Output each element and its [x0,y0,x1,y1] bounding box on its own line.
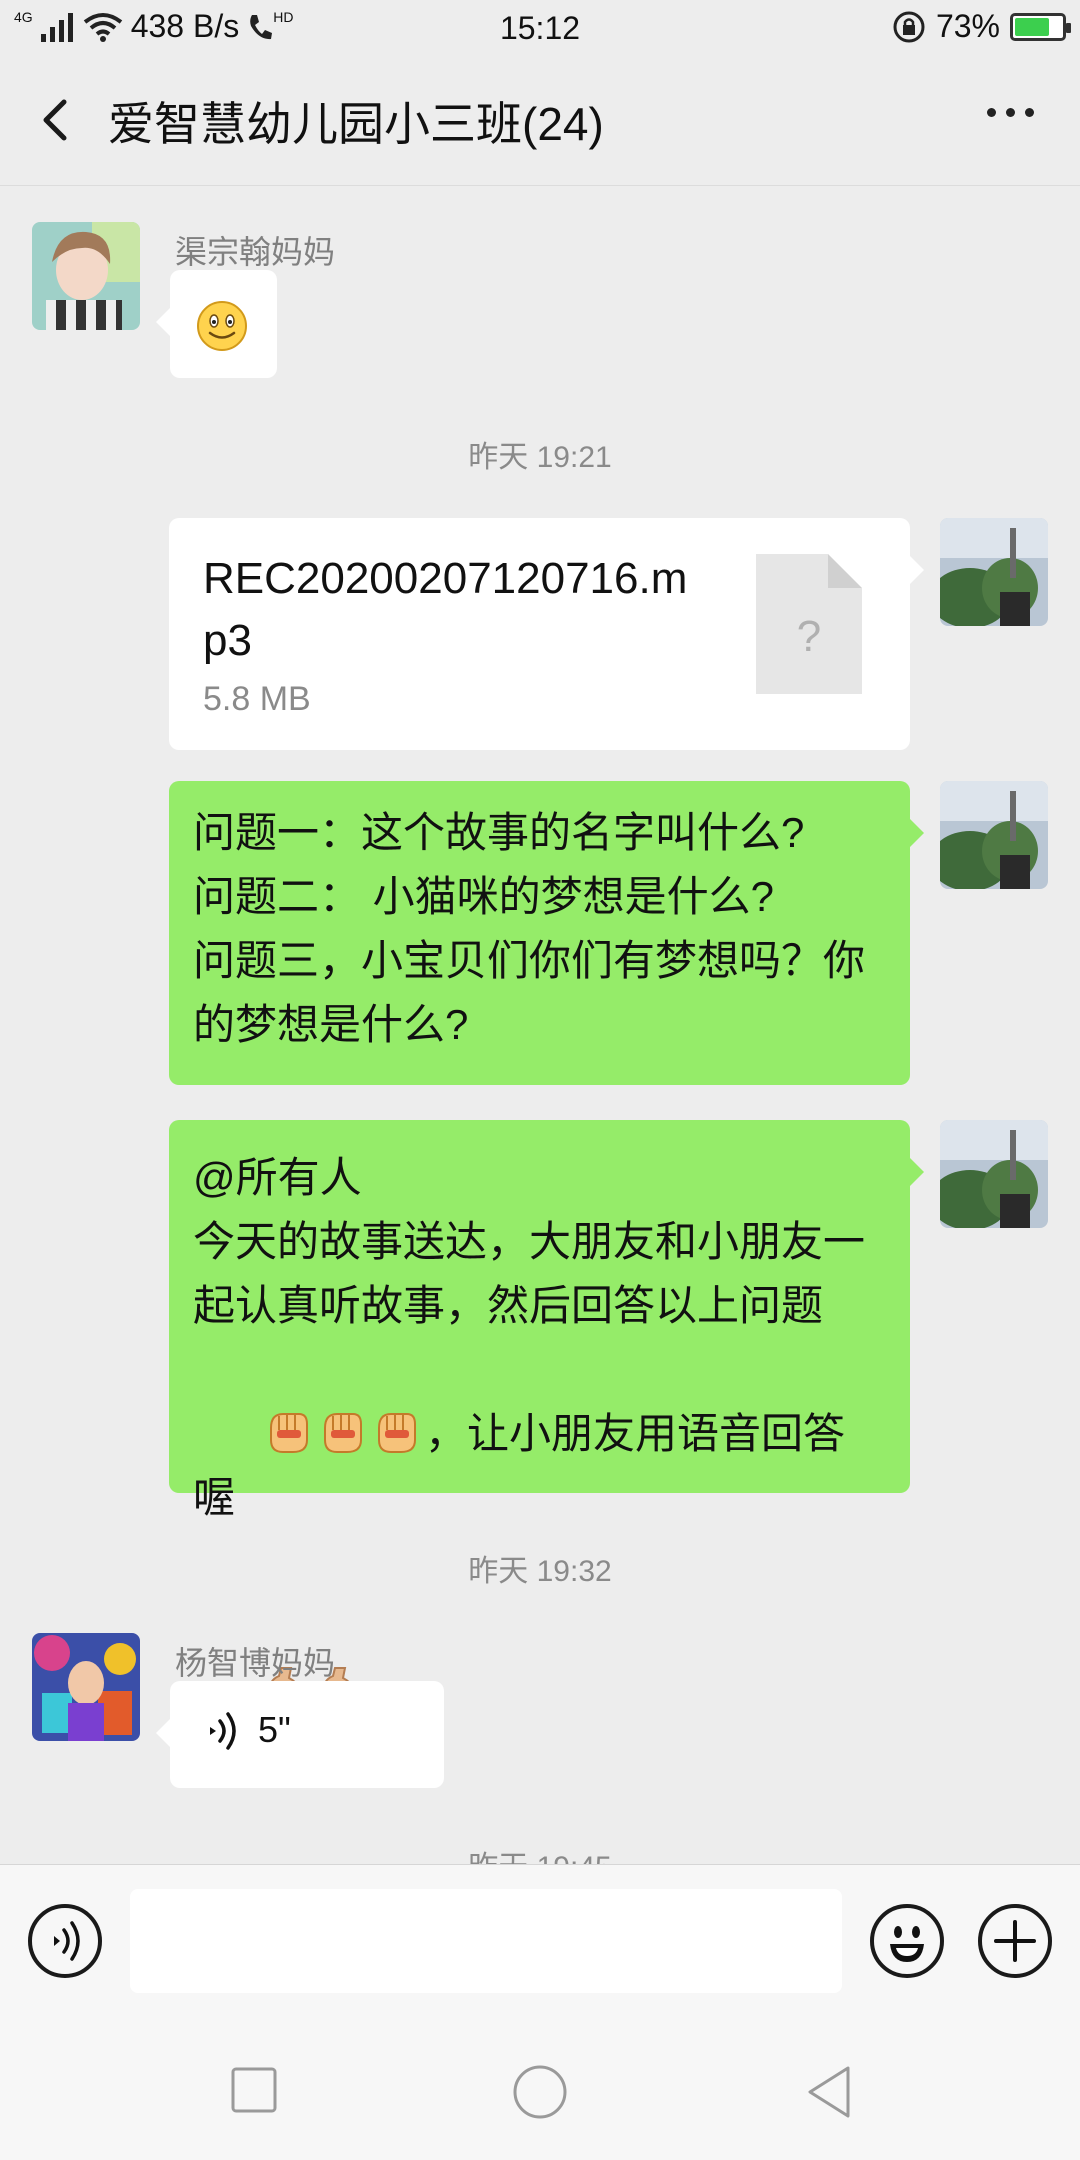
chat-title: 爱智慧幼儿园小三班(24) [108,98,604,150]
home-icon[interactable] [512,2064,568,2120]
timestamp: 昨天 19:21 [468,441,612,474]
sender-name: 渠宗翰妈妈 [175,234,336,270]
rotation-lock-icon [893,11,925,42]
announcement-message-bubble[interactable]: @所有人 今天的故事送达，大朋友和小朋友一 起认真听故事，然后回答以上问题 ，让… [169,1120,924,1707]
battery-fill [1015,17,1049,36]
emoji-message-bubble[interactable] [156,270,277,378]
plus-icon [994,1920,1036,1962]
message-line: 起认真听故事，然后回答以上问题 [193,1282,824,1329]
avatar-self[interactable] [940,518,1048,626]
battery-percent: 73% [935,8,1000,44]
fist-emoji-icon [324,1413,363,1453]
voice-input-button[interactable] [28,1904,102,1978]
message-line: 的梦想是什么? [193,1001,469,1048]
mention-all: @所有人 [193,1154,362,1201]
system-nav-bar [0,2014,1080,2160]
status-bar: 4G 438 B/s HD 15:12 73% [0,0,1080,56]
file-name: REC20200207120716.mp3 [203,554,688,665]
back-arrow-icon[interactable] [30,90,80,150]
back-nav-icon[interactable] [804,2064,854,2120]
avatar-sender-1[interactable] [32,222,140,330]
status-right: 73% [892,8,1071,45]
timestamp: 昨天 19:32 [468,1555,612,1588]
chat-header: 爱智慧幼儿园小三班(24) [0,60,1080,186]
message-line: 问题一：这个故事的名字叫什么? [193,809,805,856]
message-input[interactable] [130,1889,842,1993]
message-list[interactable]: 渠宗翰妈妈 昨天 19:21 REC20200207120716.mp3 5.8… [0,187,1080,1864]
recent-apps-icon[interactable] [230,2066,278,2114]
battery-icon [1010,12,1071,41]
fist-emoji-icon [378,1413,417,1453]
file-size: 5.8 MB [203,680,311,718]
voice-wave-icon [210,1712,236,1750]
emoji-icon [890,1926,924,1962]
file-message-bubble[interactable]: REC20200207120716.mp3 5.8 MB ? [169,518,924,750]
smile-emoji-icon [197,301,247,351]
message-line: 今天的故事送达，大朋友和小朋友一 [193,1218,866,1265]
file-icon-mark: ? [796,612,822,661]
sender-name: 杨智博妈妈 [175,1645,336,1681]
input-bar [0,1864,1080,2014]
avatar-sender-2[interactable] [32,1633,140,1741]
emoji-button[interactable] [870,1904,944,1978]
voice-duration: 5" [258,1709,291,1750]
more-options-icon[interactable] [987,108,1034,117]
more-actions-button[interactable] [978,1904,1052,1978]
message-line: 问题二： 小猫咪的梦想是什么? [193,873,775,920]
avatar-self[interactable] [940,1120,1048,1228]
message-line: 问题三，小宝贝们你们有梦想吗？你 [193,937,866,984]
fist-emoji-icon [270,1413,309,1453]
timestamp: 昨天 19:45 [0,1842,1080,1864]
voice-input-icon [54,1921,80,1961]
avatar-self[interactable] [940,781,1048,889]
questions-message-bubble[interactable]: 问题一：这个故事的名字叫什么? 问题二： 小猫咪的梦想是什么? 问题三，小宝贝们… [169,781,924,1085]
unknown-file-icon: ? [756,554,862,694]
voice-message-bubble[interactable]: 5" [156,1681,444,1788]
